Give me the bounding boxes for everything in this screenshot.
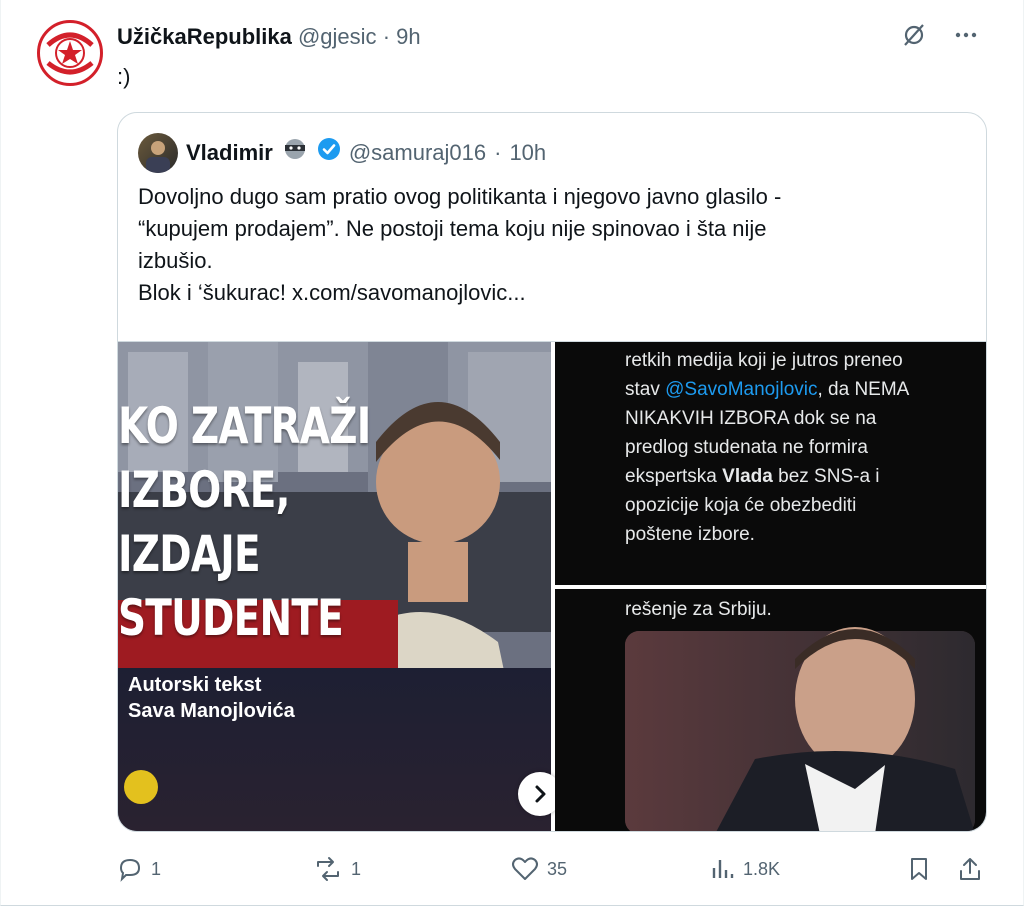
- media-image-right-top[interactable]: retkih medija koji je jutros preneo stav…: [555, 342, 986, 585]
- grok-icon[interactable]: [901, 22, 927, 53]
- quoted-tweet[interactable]: Vladimir @samuraj016 · 10h Dovoljno dugo…: [117, 112, 987, 832]
- like-count: 35: [547, 858, 568, 879]
- quoted-line: izbušio.: [138, 248, 213, 273]
- share-icon: [960, 858, 980, 880]
- verified-badge-icon: [317, 137, 341, 169]
- caption-line: Autorski tekst: [128, 674, 262, 696]
- text-span: , da NEMA: [817, 379, 910, 400]
- quoted-line: “kupujem prodajem”. Ne postoji tema koju…: [138, 216, 767, 241]
- like-button[interactable]: 35: [511, 856, 567, 882]
- views-count: 1.8K: [743, 858, 781, 879]
- chevron-right-icon: [535, 785, 546, 803]
- ninja-emoji-icon: [281, 136, 309, 170]
- headline-line: IZDAJE: [118, 525, 261, 583]
- more-icon[interactable]: [953, 22, 979, 53]
- quoted-text: Dovoljno dugo sam pratio ovog politikant…: [138, 181, 948, 309]
- bold-span: Vlada: [722, 466, 773, 487]
- screenshot-line: poštene izbore.: [625, 524, 755, 545]
- views-button[interactable]: 1.8K: [709, 856, 780, 882]
- quoted-time[interactable]: 10h: [509, 138, 546, 168]
- bookmark-button[interactable]: [907, 856, 931, 882]
- like-icon: [512, 857, 538, 880]
- headline-line: IZBORE,: [118, 461, 290, 519]
- quoted-line: Dovoljno dugo sam pratio ovog politikant…: [138, 184, 782, 209]
- caption-line: Sava Manojlovića: [128, 700, 295, 722]
- post-header: UžičkaRepublika @gjesic · 9h: [117, 22, 421, 52]
- screenshot-line: NIKAKVIH IZBORA dok se na: [625, 408, 877, 429]
- action-bar: 1 1 35 1.8K: [117, 852, 987, 888]
- author-name[interactable]: UžičkaRepublika: [117, 24, 292, 49]
- text-span: stav: [625, 379, 666, 400]
- text-span: ekspertska: [625, 466, 723, 487]
- repost-icon: [317, 857, 339, 881]
- views-icon: [712, 860, 734, 878]
- bookmark-icon: [911, 858, 927, 880]
- yellow-logo-icon: [124, 770, 158, 804]
- screenshot-line: stav @SavoManojlovic, da NEMA: [625, 375, 985, 404]
- screenshot-text: retkih medija koji je jutros preneo stav…: [625, 346, 985, 549]
- post-time[interactable]: 9h: [396, 24, 420, 49]
- separator-dot: ·: [494, 140, 502, 165]
- mention-link: @SavoManojlovic: [665, 379, 818, 400]
- star-logo-icon: [42, 25, 98, 81]
- image-author-caption: Autorski tekst Sava Manojlovića: [128, 672, 295, 724]
- image-headline: KO ZATRAŽI IZBORE, IZDAJE STUDENTE: [118, 394, 371, 650]
- repost-count: 1: [351, 858, 362, 879]
- repost-button[interactable]: 1: [313, 856, 361, 882]
- media-image-right-bottom[interactable]: rešenje za Srbiju.: [555, 589, 986, 831]
- screenshot-line: opozicije koja će obezbediti: [625, 495, 857, 516]
- quoted-line: Blok i ‘šukurac! x.com/savomanojlovic...: [138, 280, 526, 305]
- reply-button[interactable]: 1: [117, 856, 161, 882]
- screenshot-line: ekspertska Vlada bez SNS-a i: [625, 462, 985, 491]
- author-handle[interactable]: @gjesic: [298, 24, 377, 49]
- quoted-avatar[interactable]: [138, 133, 178, 173]
- reply-count: 1: [151, 858, 162, 879]
- quoted-handle[interactable]: @samuraj016: [349, 138, 486, 168]
- headline-line: STUDENTE: [118, 589, 344, 647]
- quoted-author-name[interactable]: Vladimir: [186, 138, 273, 168]
- media-grid: KO ZATRAŽI IZBORE, IZDAJE STUDENTE Autor…: [118, 341, 986, 831]
- author-avatar[interactable]: [37, 20, 103, 86]
- top-actions: [901, 22, 979, 53]
- post-text: :): [117, 64, 131, 89]
- speaker-photo: [625, 627, 975, 831]
- quoted-header: Vladimir @samuraj016 · 10h: [138, 133, 546, 173]
- separator-dot: ·: [382, 24, 391, 49]
- media-image-left[interactable]: KO ZATRAŽI IZBORE, IZDAJE STUDENTE Autor…: [118, 342, 551, 831]
- screenshot-line: predlog studenata ne formira: [625, 437, 868, 458]
- headline-line: KO ZATRAŽI: [118, 397, 371, 455]
- tweet-card[interactable]: UžičkaRepublika @gjesic · 9h :) Vladimir…: [0, 0, 1024, 906]
- text-span: bez SNS-a i: [772, 466, 880, 487]
- reply-icon: [119, 858, 141, 882]
- share-button[interactable]: [957, 856, 983, 882]
- screenshot-line: retkih medija koji je jutros preneo: [625, 350, 903, 371]
